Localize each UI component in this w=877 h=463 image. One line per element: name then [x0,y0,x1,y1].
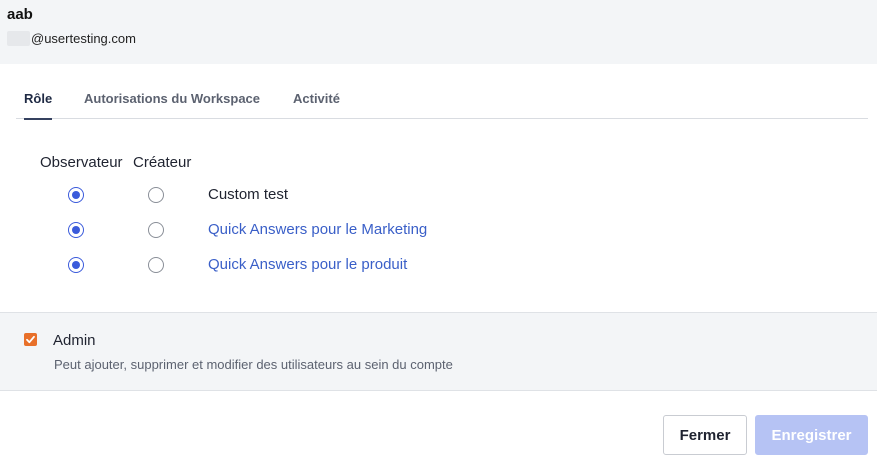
tab-activity[interactable]: Activité [293,80,340,119]
radio-creator-custom-test[interactable] [148,187,164,203]
admin-section: Admin Peut ajouter, supprimer et modifie… [0,312,877,391]
workspace-label-custom-test: Custom test [208,186,289,203]
close-button[interactable]: Fermer [663,415,747,455]
tab-workspace-permissions[interactable]: Autorisations du Workspace [84,80,260,119]
user-header: aab @usertesting.com [0,0,877,64]
email-suffix: @usertesting.com [31,30,136,46]
admin-checkbox[interactable] [24,333,37,346]
tab-bar: Rôle Autorisations du Workspace Activité [16,80,868,120]
radio-observer-custom-test[interactable] [68,187,84,203]
column-header-creator: Créateur [133,154,192,171]
email-redaction [7,30,30,46]
workspace-link-quick-answers-product[interactable]: Quick Answers pour le produit [208,256,407,273]
user-name: aab [7,6,33,23]
admin-label: Admin [53,332,96,349]
radio-creator-quick-answers-product[interactable] [148,257,164,273]
column-header-observer: Observateur [40,154,123,171]
save-button[interactable]: Enregistrer [755,415,868,455]
admin-description: Peut ajouter, supprimer et modifier des … [54,357,453,372]
tab-role[interactable]: Rôle [24,80,53,120]
radio-creator-quick-answers-marketing[interactable] [148,222,164,238]
checkmark-icon [26,335,35,344]
workspace-link-quick-answers-marketing[interactable]: Quick Answers pour le Marketing [208,221,427,238]
radio-observer-quick-answers-product[interactable] [68,257,84,273]
radio-observer-quick-answers-marketing[interactable] [68,222,84,238]
user-email: @usertesting.com [7,30,136,46]
